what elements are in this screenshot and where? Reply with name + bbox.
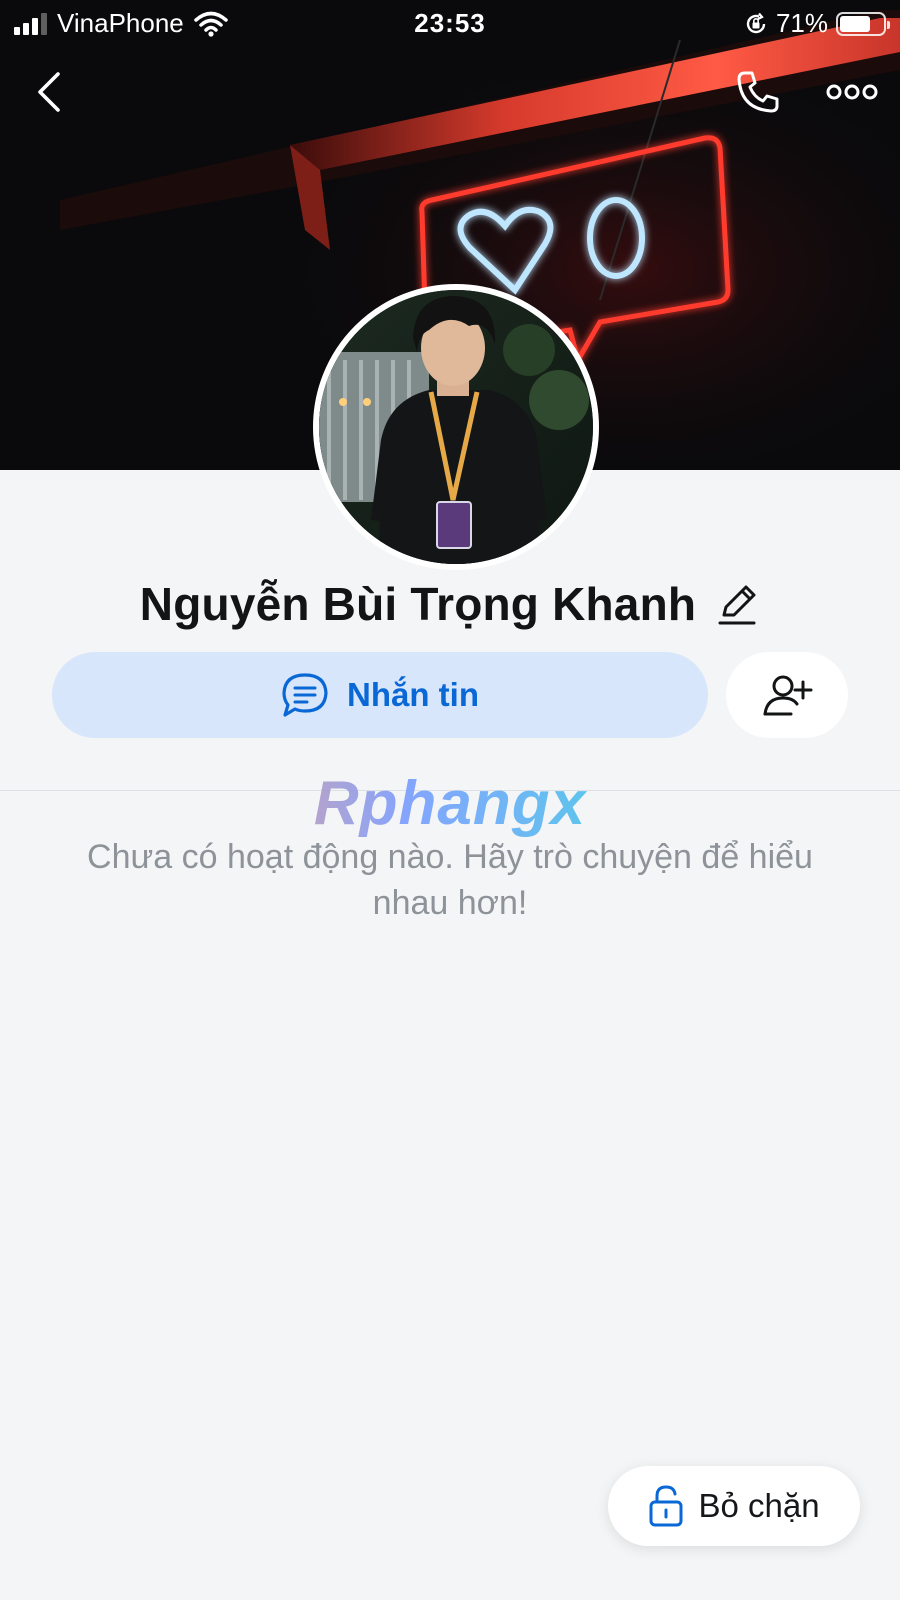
unblock-button[interactable]: Bỏ chặn: [608, 1466, 860, 1546]
battery-percent: 71%: [775, 8, 828, 38]
avatar[interactable]: [313, 284, 599, 570]
battery-icon: [836, 11, 890, 36]
battery-level-fill: [840, 15, 870, 32]
orientation-lock-icon: [746, 12, 766, 33]
unlock-icon: [649, 1485, 683, 1527]
back-icon: [38, 72, 60, 112]
profile-name-row: Nguyễn Bùi Trọng Khanh: [0, 572, 900, 636]
more-options-button[interactable]: [822, 62, 882, 122]
unblock-label: Bỏ chặn: [698, 1487, 820, 1524]
message-button-label: Nhắn tin: [347, 676, 479, 713]
add-friend-icon: [763, 675, 813, 716]
message-button[interactable]: Nhắn tin: [52, 652, 708, 738]
more-icon: [826, 84, 878, 100]
empty-state-message: Chưa có hoạt động nào. Hãy trò chuyện để…: [87, 838, 813, 922]
watermark: Rphangx: [0, 768, 900, 839]
status-bar: VinaPhone 23:53 71%: [0, 0, 900, 46]
phone-icon: [737, 71, 779, 113]
add-friend-button[interactable]: [726, 652, 848, 738]
edit-icon[interactable]: [714, 581, 760, 627]
back-button[interactable]: [20, 62, 80, 122]
status-right: 71%: [744, 8, 890, 39]
profile-name: Nguyễn Bùi Trọng Khanh: [139, 578, 697, 630]
call-button[interactable]: [728, 62, 788, 122]
avatar-image: [319, 290, 593, 564]
chat-bubble-icon: [282, 673, 328, 717]
